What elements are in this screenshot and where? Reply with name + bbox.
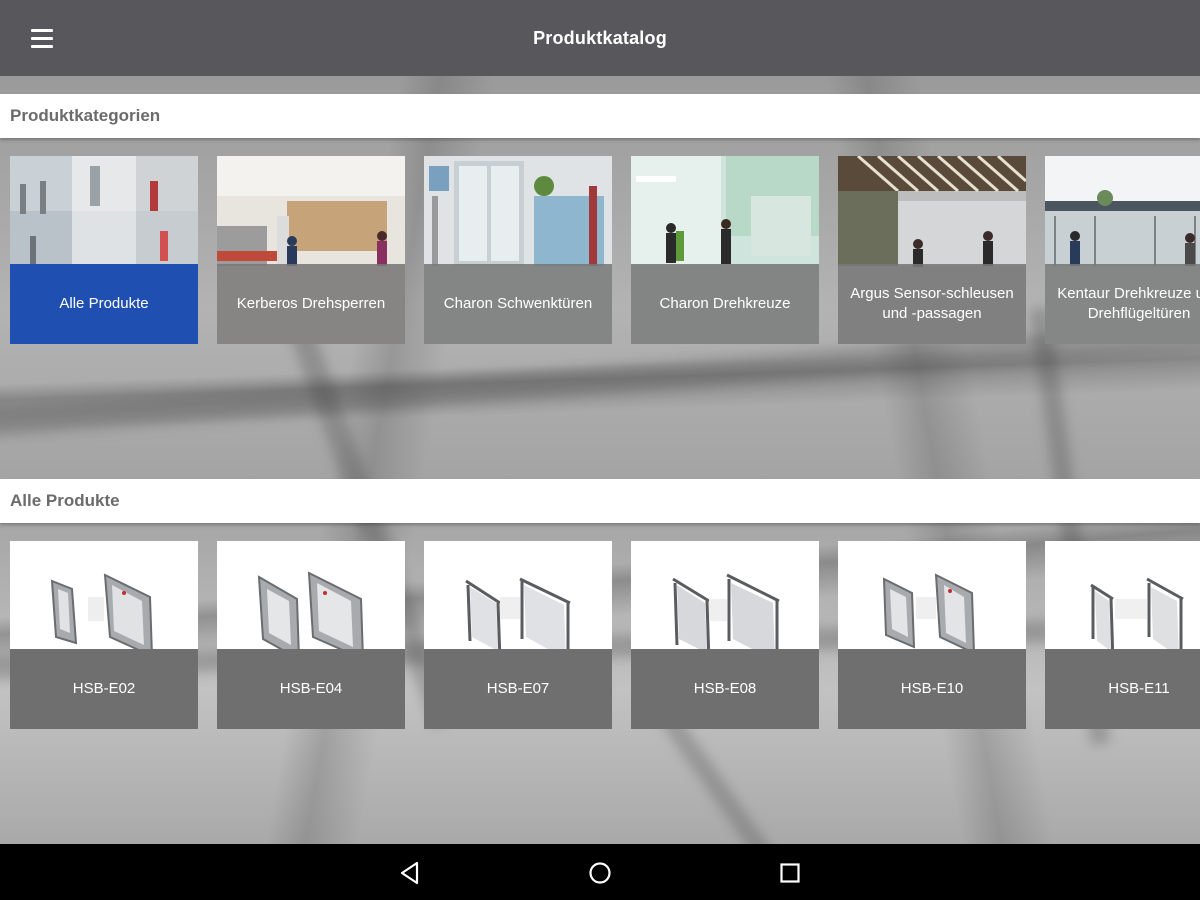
back-icon[interactable]: [395, 858, 425, 888]
category-tile-charon-drehkreuze[interactable]: Charon Drehkreuze: [631, 156, 819, 344]
products-row: HSB-E02 HSB-E04 HSB-E07 HSB-E08 HSB-E10 …: [10, 541, 1200, 731]
category-label: Kerberos Drehsperren: [217, 264, 405, 344]
product-label: HSB-E07: [424, 649, 612, 729]
categories-row: Alle Produkte Kerberos Drehsperren Charo…: [10, 156, 1200, 346]
product-label: HSB-E11: [1045, 649, 1200, 729]
category-tile-alle-produkte[interactable]: Alle Produkte: [10, 156, 198, 344]
product-label: HSB-E04: [217, 649, 405, 729]
category-label: Charon Drehkreuze: [631, 264, 819, 344]
category-label: Alle Produkte: [10, 264, 198, 344]
product-label: HSB-E02: [10, 649, 198, 729]
product-tile-hsb-e11[interactable]: HSB-E11: [1045, 541, 1200, 729]
product-label: HSB-E08: [631, 649, 819, 729]
product-tile-hsb-e10[interactable]: HSB-E10: [838, 541, 1026, 729]
products-header: Alle Produkte: [0, 479, 1200, 523]
category-tile-charon-schwenktueren[interactable]: Charon Schwenktüren: [424, 156, 612, 344]
category-label: Charon Schwenktüren: [424, 264, 612, 344]
product-tile-hsb-e07[interactable]: HSB-E07: [424, 541, 612, 729]
home-icon[interactable]: [585, 858, 615, 888]
app-bar: Produktkatalog: [0, 0, 1200, 76]
app-title: Produktkatalog: [533, 28, 667, 48]
category-tile-kentaur-drehkreuze[interactable]: Kentaur Drehkreuze und Drehflügeltüren: [1045, 156, 1200, 344]
product-label: HSB-E10: [838, 649, 1026, 729]
category-tile-argus-sensorschleusen[interactable]: Argus Sensor-schleusen und -passagen: [838, 156, 1026, 344]
system-nav-bar: [0, 844, 1200, 900]
product-tile-hsb-e04[interactable]: HSB-E04: [217, 541, 405, 729]
category-label: Argus Sensor-schleusen und -passagen: [838, 264, 1026, 344]
product-tile-hsb-e08[interactable]: HSB-E08: [631, 541, 819, 729]
categories-header: Produktkategorien: [0, 94, 1200, 138]
category-label: Kentaur Drehkreuze und Drehflügeltüren: [1045, 264, 1200, 344]
recents-icon[interactable]: [775, 858, 805, 888]
category-tile-kerberos-drehsperren[interactable]: Kerberos Drehsperren: [217, 156, 405, 344]
product-tile-hsb-e02[interactable]: HSB-E02: [10, 541, 198, 729]
